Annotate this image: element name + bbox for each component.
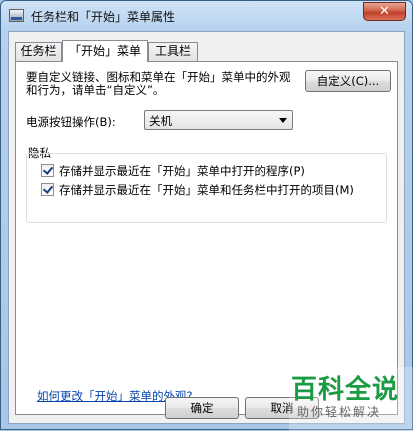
recent-programs-checkbox[interactable] bbox=[41, 164, 54, 177]
window-title: 任务栏和「开始」菜单属性 bbox=[31, 10, 176, 24]
watermark-slogan: 助你轻松解决 bbox=[297, 405, 382, 419]
chevron-down-icon bbox=[279, 118, 287, 123]
watermark-logo: 百科全说 助你轻松解决 bbox=[289, 367, 413, 431]
tab-taskbar[interactable]: 任务栏 bbox=[15, 42, 62, 61]
privacy-groupbox: 存储并显示最近在「开始」菜单中打开的程序(P) 存储并显示最近在「开始」菜单和任… bbox=[26, 153, 387, 223]
tab-toolbars[interactable]: 工具栏 bbox=[148, 42, 198, 61]
close-button[interactable]: ✕ bbox=[363, 2, 406, 21]
ok-button[interactable]: 确定 bbox=[165, 397, 239, 419]
close-icon: ✕ bbox=[379, 4, 390, 19]
power-button-value: 关机 bbox=[149, 114, 172, 128]
power-button-select[interactable]: 关机 bbox=[144, 110, 293, 130]
properties-window: 任务栏和「开始」菜单属性 ✕ 任务栏 「开始」菜单 工具栏 要自定义链接、图标和… bbox=[0, 0, 413, 431]
recent-programs-label: 存储并显示最近在「开始」菜单中打开的程序(P) bbox=[59, 164, 305, 178]
start-menu-panel: 要自定义链接、图标和菜单在「开始」菜单中的外观和行为，请单击“自定义”。 自定义… bbox=[15, 61, 398, 415]
title-bar[interactable]: 任务栏和「开始」菜单属性 ✕ bbox=[1, 1, 412, 31]
customize-description: 要自定义链接、图标和菜单在「开始」菜单中的外观和行为，请单击“自定义”。 bbox=[26, 70, 291, 97]
customize-button[interactable]: 自定义(C)... bbox=[305, 70, 391, 92]
tab-start-menu[interactable]: 「开始」菜单 bbox=[62, 40, 148, 62]
recent-items-label: 存储并显示最近在「开始」菜单和任务栏中打开的项目(M) bbox=[59, 183, 354, 197]
recent-items-checkbox[interactable] bbox=[41, 183, 54, 196]
watermark-title: 百科全说 bbox=[291, 375, 400, 405]
taskbar-app-icon bbox=[9, 9, 24, 22]
power-button-label: 电源按钮操作(B): bbox=[26, 115, 116, 129]
dialog-client: 任务栏 「开始」菜单 工具栏 要自定义链接、图标和菜单在「开始」菜单中的外观和行… bbox=[8, 31, 405, 424]
